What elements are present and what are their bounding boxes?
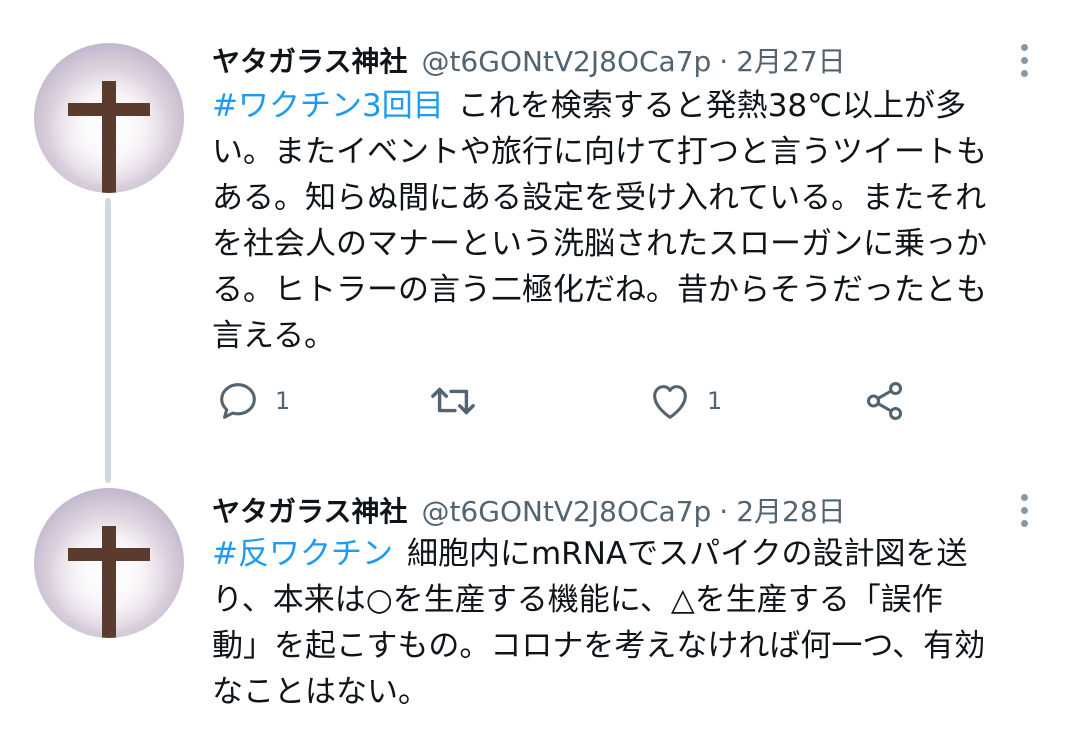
avatar[interactable] xyxy=(34,43,184,193)
cross-icon xyxy=(49,65,169,193)
tweet-line: り、本来は○を生産する機能に、△を生産する「誤作 xyxy=(212,582,943,618)
tweet-line: い。またイベントや旅行に向けて打つと言うツイートも xyxy=(212,134,987,170)
separator-dot: · xyxy=(719,495,729,528)
tweet-line: ある。知らぬ間にある設定を受け入れている。またそれ xyxy=(212,180,987,216)
tweet-2[interactable]: ヤタガラス神社 @t6GONtV2J8OCa7p · 2月28日 #反ワクチン細… xyxy=(0,470,1080,732)
tweet-header: ヤタガラス神社 @t6GONtV2J8OCa7p · 2月27日 xyxy=(212,40,846,80)
reply-icon xyxy=(220,383,256,419)
hashtag-link[interactable]: #ワクチン3回目 xyxy=(212,88,444,124)
tweet-line: る。ヒトラーの言う二極化だね。昔からそうだったとも xyxy=(212,272,987,308)
tweet-line: なことはない。 xyxy=(212,674,429,710)
user-handle[interactable]: @t6GONtV2J8OCa7p xyxy=(421,495,711,528)
like-button[interactable]: 1 xyxy=(647,378,722,424)
tweet-line: 言える。 xyxy=(212,318,336,354)
retweet-button[interactable] xyxy=(428,378,478,424)
tweet-line: #反ワクチン 細胞内にmRNAでスパイクの設計図を送 xyxy=(212,536,968,572)
tweet-1[interactable]: ヤタガラス神社 @t6GONtV2J8OCa7p · 2月27日 #ワクチン3回… xyxy=(0,0,1080,470)
cross-icon xyxy=(49,510,169,638)
tweet-text: #反ワクチン 細胞内にmRNAでスパイクの設計図を送 り、本来は○を生産する機能に… xyxy=(212,531,1042,715)
share-icon xyxy=(866,382,903,420)
more-vertical-icon[interactable] xyxy=(1012,40,1036,80)
tweet-line: 動」を起こすもの。コロナを考えなければ何一つ、有効 xyxy=(212,628,986,664)
tweet-line: #ワクチン3回目 これを検索すると発熱38℃以上が多 xyxy=(212,88,966,124)
tweet-header: ヤタガラス神社 @t6GONtV2J8OCa7p · 2月28日 xyxy=(212,490,846,530)
reply-count: 1 xyxy=(275,387,291,415)
display-name[interactable]: ヤタガラス神社 xyxy=(212,40,407,80)
share-button[interactable] xyxy=(862,378,908,424)
retweet-icon xyxy=(431,387,475,415)
hashtag-link[interactable]: #反ワクチン xyxy=(212,536,393,572)
display-name[interactable]: ヤタガラス神社 xyxy=(212,490,407,530)
more-vertical-icon[interactable] xyxy=(1012,490,1036,530)
tweet-date[interactable]: 2月28日 xyxy=(736,490,845,530)
tweet-date[interactable]: 2月27日 xyxy=(736,40,845,80)
avatar[interactable] xyxy=(34,488,184,638)
tweet-line: を社会人のマナーという洗脳されたスローガンに乗っか xyxy=(212,226,987,262)
user-handle[interactable]: @t6GONtV2J8OCa7p xyxy=(421,45,711,78)
tweet-text: #ワクチン3回目 これを検索すると発熱38℃以上が多 い。またイベントや旅行に向け… xyxy=(212,83,1042,359)
reply-button[interactable]: 1 xyxy=(215,378,290,424)
tweet-actions: 1 1 xyxy=(0,378,1080,428)
separator-dot: · xyxy=(719,45,729,78)
like-count: 1 xyxy=(707,387,723,415)
heart-icon xyxy=(653,385,687,419)
